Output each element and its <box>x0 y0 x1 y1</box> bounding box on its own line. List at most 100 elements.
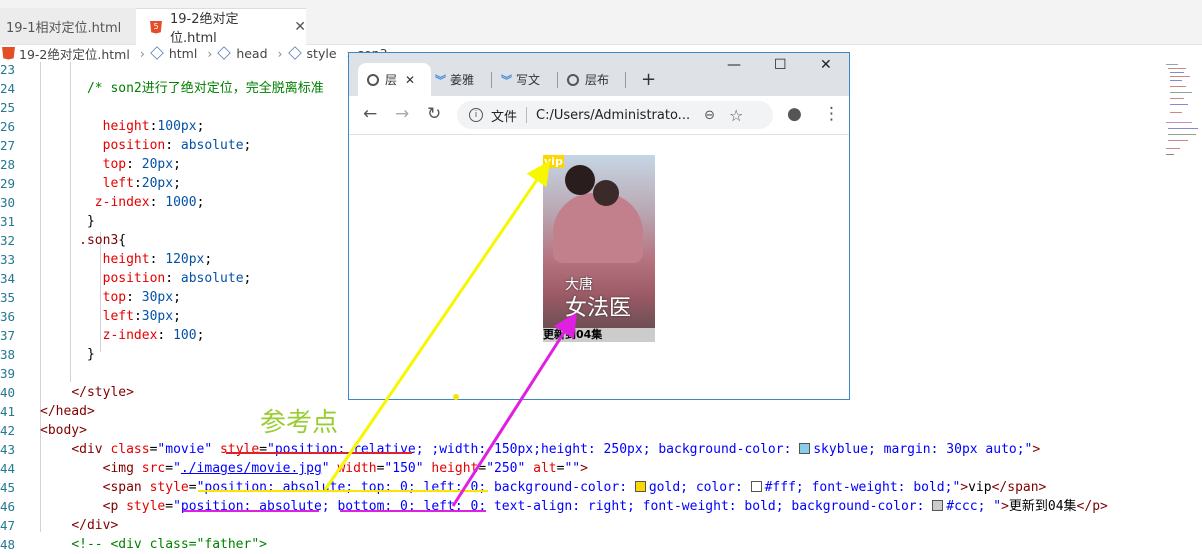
code-line[interactable]: 43 <div class="movie" style="position: r… <box>0 440 1160 459</box>
breadcrumb-item[interactable]: html <box>169 46 197 61</box>
line-number: 48 <box>0 537 16 552</box>
line-number: 37 <box>0 328 16 343</box>
code-line[interactable]: 46 <p style="position: absolute; bottom:… <box>0 497 1160 516</box>
line-number: 46 <box>0 499 16 514</box>
line-number: 44 <box>0 461 16 476</box>
minimap[interactable] <box>1162 62 1202 182</box>
line-number: 47 <box>0 518 16 533</box>
line-number: 29 <box>0 176 16 191</box>
line-text: <div class="movie" style="position: rela… <box>71 442 1041 457</box>
maximize-button[interactable]: ☐ <box>774 57 787 73</box>
line-text: height:100px; <box>102 119 205 134</box>
address-prefix: 文件 <box>491 109 518 125</box>
globe-icon <box>567 73 579 86</box>
line-number: 45 <box>0 480 16 495</box>
line-text: /* son2进行了绝对定位，完全脱离标准 <box>86 81 324 96</box>
line-number: 35 <box>0 290 16 305</box>
code-line[interactable]: 47 </div> <box>0 516 1160 535</box>
zoom-icon[interactable]: ⊖ <box>704 108 715 123</box>
line-number: 36 <box>0 309 16 324</box>
line-number: 24 <box>0 81 16 96</box>
line-number: 26 <box>0 119 16 134</box>
code-line[interactable]: 48 <!-- <div class="father"> <box>0 535 1160 554</box>
chevron-right-icon: › <box>207 45 213 61</box>
line-number: 27 <box>0 138 16 153</box>
close-icon[interactable]: ✕ <box>405 73 415 87</box>
browser-tab[interactable]: ︾ 姜雅 <box>435 63 474 96</box>
page-content: 大唐 女法医 vip 更新到04集 <box>349 135 849 399</box>
close-icon[interactable]: ✕ <box>294 19 306 35</box>
browser-tab-strip: 层 ✕ ︾ 姜雅 ︾ 写文 层布 + — ☐ ✕ <box>349 53 849 96</box>
chevron-right-icon: › <box>139 45 145 61</box>
vip-badge: vip <box>543 155 564 168</box>
breadcrumb-item[interactable]: head <box>236 46 267 61</box>
forward-icon[interactable]: → <box>395 104 409 124</box>
line-text: </div> <box>71 518 119 533</box>
poster-title: 大唐 女法医 <box>565 277 632 321</box>
line-number: 28 <box>0 157 16 172</box>
code-line[interactable]: 45 <span style="position: absolute; top:… <box>0 478 1160 497</box>
code-line[interactable]: 42 <body> <box>0 421 1160 440</box>
code-line[interactable]: 44 <img src="./images/movie.jpg" width="… <box>0 459 1160 478</box>
close-window-button[interactable]: ✕ <box>820 57 832 73</box>
line-text: .son3{ <box>79 233 127 248</box>
element-icon <box>287 46 302 60</box>
line-number: 34 <box>0 271 16 286</box>
new-tab-button[interactable]: + <box>641 63 656 96</box>
browser-tab-active[interactable]: 层 ✕ <box>358 63 431 96</box>
profile-icon[interactable]: ● <box>787 104 802 124</box>
editor-tab-strip: 19-1相对定位.html 5 19-2绝对定位.html ✕ <box>0 0 1202 46</box>
browser-window: 层 ✕ ︾ 姜雅 ︾ 写文 层布 + — ☐ ✕ ← → ↻ i 文件 C:/U… <box>348 52 850 400</box>
line-text: position: absolute; <box>102 138 252 153</box>
line-number: 30 <box>0 195 16 210</box>
html5-icon: 5 <box>150 20 162 34</box>
line-text: position: absolute; <box>102 271 252 286</box>
line-number: 39 <box>0 366 16 381</box>
movie-card: 大唐 女法医 vip 更新到04集 <box>543 155 655 342</box>
address-text: C:/Users/Administrato... <box>536 107 691 123</box>
line-text: } <box>40 214 95 229</box>
line-number: 23 <box>0 62 16 77</box>
update-label: 更新到04集 <box>543 328 655 342</box>
line-text: height: 120px; <box>102 252 213 267</box>
editor-tab-label: 19-2绝对定位.html <box>169 12 239 46</box>
editor-tab-relative[interactable]: 19-1相对定位.html <box>0 8 139 44</box>
browser-tab-label: 姜雅 <box>450 73 475 87</box>
chevron-icon: ︾ <box>435 73 446 87</box>
element-icon <box>217 46 232 60</box>
movie-poster: 大唐 女法医 <box>543 155 655 342</box>
minimize-button[interactable]: — <box>727 57 741 73</box>
editor-tab-absolute[interactable]: 5 19-2绝对定位.html ✕ <box>136 8 306 46</box>
globe-icon <box>367 73 379 86</box>
chevron-icon: ︾ <box>501 73 512 87</box>
line-number: 31 <box>0 214 16 229</box>
star-icon[interactable]: ☆ <box>729 106 743 125</box>
breadcrumb-item[interactable]: style <box>307 46 337 61</box>
line-text: </head> <box>40 404 95 419</box>
back-icon[interactable]: ← <box>363 104 377 124</box>
address-bar[interactable]: i 文件 C:/Users/Administrato... ⊖ ☆ <box>457 101 773 129</box>
chevron-right-icon: › <box>277 45 283 61</box>
browser-toolbar: ← → ↻ i 文件 C:/Users/Administrato... ⊖ ☆ … <box>349 96 849 135</box>
code-line[interactable]: 41 </head> <box>0 402 1160 421</box>
line-text: <p style="position: absolute; bottom: 0;… <box>102 499 1108 514</box>
html5-icon <box>2 46 15 60</box>
line-text: top: 20px; <box>102 157 181 172</box>
line-number: 32 <box>0 233 16 248</box>
line-text: left:20px; <box>102 176 181 191</box>
line-text: left:30px; <box>102 309 181 324</box>
line-text: <!-- <div class="father"> <box>71 537 267 552</box>
line-text: </style> <box>71 385 134 400</box>
line-number: 38 <box>0 347 16 362</box>
line-number: 33 <box>0 252 16 267</box>
browser-tab[interactable]: ︾ 写文 <box>501 63 540 96</box>
reload-icon[interactable]: ↻ <box>427 104 441 124</box>
browser-tab-label: 层布 <box>585 73 610 87</box>
info-icon[interactable]: i <box>469 108 483 122</box>
browser-tab[interactable]: 层布 <box>567 63 609 96</box>
element-icon <box>150 46 164 60</box>
line-number: 43 <box>0 442 16 457</box>
menu-icon[interactable]: ⋮ <box>823 104 840 124</box>
editor-tab-label: 19-1相对定位.html <box>6 20 122 36</box>
reference-point-label: 参考点 <box>260 408 339 438</box>
